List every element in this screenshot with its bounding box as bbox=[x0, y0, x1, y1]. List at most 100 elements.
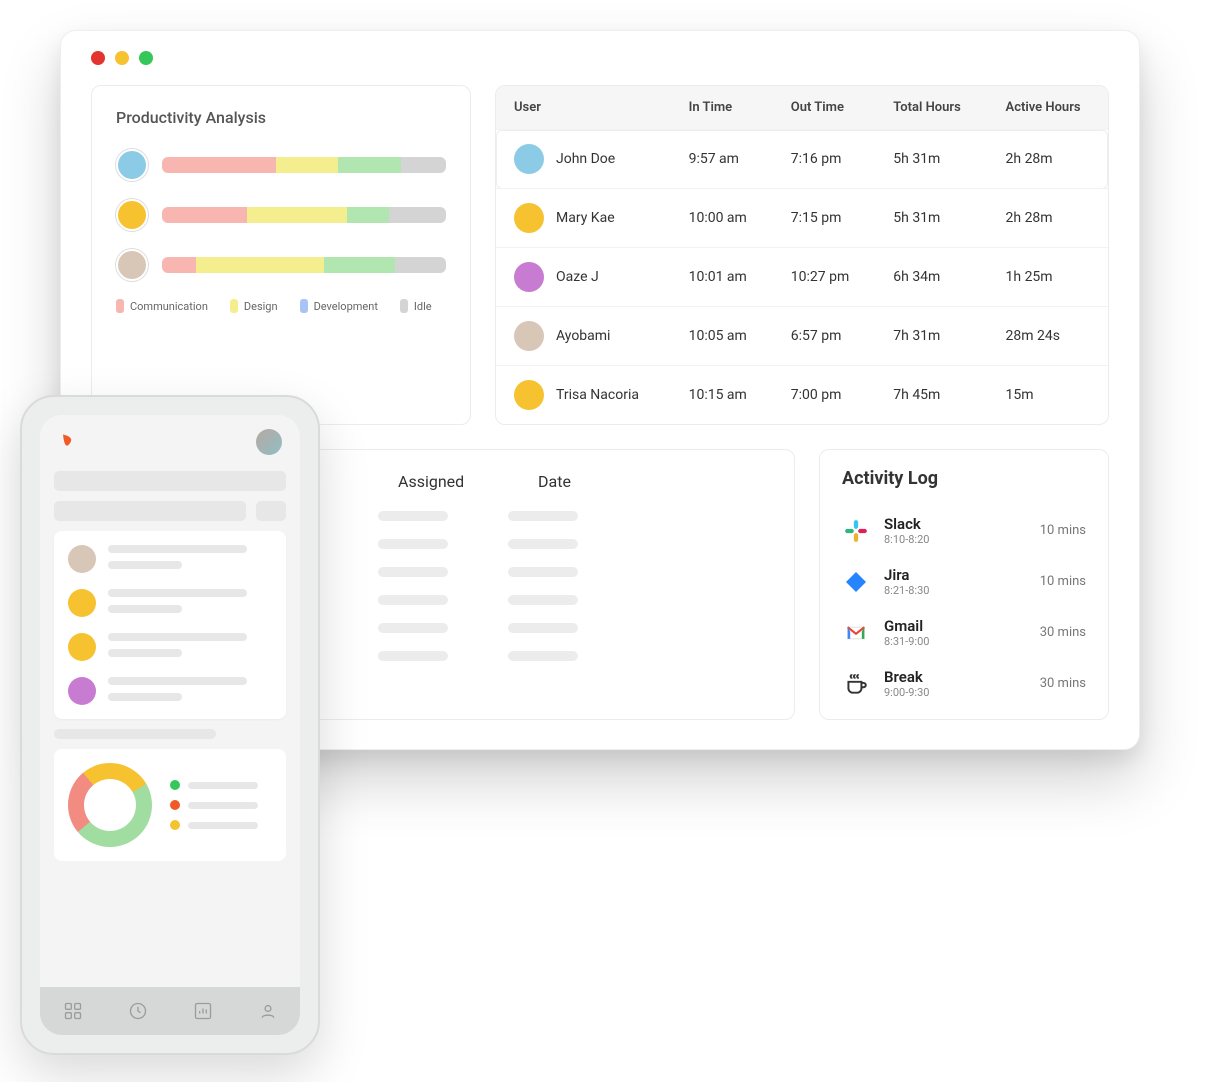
legend-label: Design bbox=[244, 300, 278, 313]
activity-range: 8:10-8:20 bbox=[884, 533, 1026, 546]
th-user: User bbox=[496, 86, 671, 130]
th-in: In Time bbox=[671, 86, 773, 130]
mobile-device bbox=[20, 395, 320, 1055]
activity-item[interactable]: Slack 8:10-8:20 10 mins bbox=[842, 505, 1086, 556]
avatar bbox=[116, 149, 148, 181]
productivity-card: Productivity Analysis bbox=[91, 85, 471, 425]
avatar bbox=[514, 203, 544, 233]
avatar bbox=[68, 677, 96, 705]
in-time: 10:01 am bbox=[671, 248, 773, 307]
th-assigned: Assigned bbox=[398, 472, 468, 491]
total-hours: 7h 31m bbox=[875, 307, 987, 366]
activity-duration: 30 mins bbox=[1040, 625, 1086, 640]
table-row[interactable]: Trisa Nacoria 10:15 am 7:00 pm 7h 45m 15… bbox=[496, 366, 1108, 425]
th-out: Out Time bbox=[773, 86, 875, 130]
total-hours: 6h 34m bbox=[875, 248, 987, 307]
activity-duration: 10 mins bbox=[1040, 574, 1086, 589]
out-time: 7:00 pm bbox=[773, 366, 875, 425]
maximize-icon[interactable] bbox=[139, 51, 153, 65]
productivity-title: Productivity Analysis bbox=[116, 108, 446, 127]
donut-chart bbox=[68, 763, 152, 847]
active-hours: 1h 25m bbox=[988, 248, 1108, 307]
skeleton bbox=[54, 471, 286, 491]
window-controls bbox=[91, 51, 1109, 65]
activity-item[interactable]: Jira 8:21-8:30 10 mins bbox=[842, 556, 1086, 607]
activity-name: Jira bbox=[884, 566, 1026, 584]
out-time: 7:16 pm bbox=[773, 130, 875, 189]
active-hours: 2h 28m bbox=[988, 189, 1108, 248]
mobile-list-card bbox=[54, 531, 286, 719]
activity-name: Slack bbox=[884, 515, 1026, 533]
table-row[interactable]: Oaze J 10:01 am 10:27 pm 6h 34m 1h 25m bbox=[496, 248, 1108, 307]
minimize-icon[interactable] bbox=[115, 51, 129, 65]
th-date: Date bbox=[538, 472, 608, 491]
table-row[interactable]: Mary Kae 10:00 am 7:15 pm 5h 31m 2h 28m bbox=[496, 189, 1108, 248]
productivity-row bbox=[116, 149, 446, 181]
list-item[interactable] bbox=[68, 677, 272, 705]
user-name: Trisa Nacoria bbox=[556, 387, 639, 403]
avatar bbox=[68, 589, 96, 617]
table-row[interactable]: Ayobami 10:05 am 6:57 pm 7h 31m 28m 24s bbox=[496, 307, 1108, 366]
activity-name: Gmail bbox=[884, 617, 1026, 635]
activity-duration: 10 mins bbox=[1040, 523, 1086, 538]
out-time: 6:57 pm bbox=[773, 307, 875, 366]
in-time: 10:15 am bbox=[671, 366, 773, 425]
avatar bbox=[514, 321, 544, 351]
skeleton bbox=[54, 501, 246, 521]
list-item[interactable] bbox=[68, 545, 272, 573]
avatar bbox=[514, 262, 544, 292]
legend-label: Development bbox=[314, 300, 378, 313]
skeleton bbox=[54, 729, 216, 739]
donut-legend bbox=[170, 780, 258, 830]
activity-log-title: Activity Log bbox=[842, 468, 1086, 489]
activity-range: 9:00-9:30 bbox=[884, 686, 1026, 699]
break-icon bbox=[842, 670, 870, 698]
in-time: 10:00 am bbox=[671, 189, 773, 248]
activity-item[interactable]: Break 9:00-9:30 30 mins bbox=[842, 658, 1086, 709]
time-table-card: User In Time Out Time Total Hours Active… bbox=[495, 85, 1109, 425]
mobile-chart-card bbox=[54, 749, 286, 861]
th-active: Active Hours bbox=[988, 86, 1108, 130]
th-total: Total Hours bbox=[875, 86, 987, 130]
active-hours: 15m bbox=[988, 366, 1108, 425]
productivity-bar bbox=[162, 207, 446, 223]
activity-name: Break bbox=[884, 668, 1026, 686]
total-hours: 5h 31m bbox=[875, 189, 987, 248]
avatar bbox=[514, 144, 544, 174]
user-name: Mary Kae bbox=[556, 210, 615, 226]
profile-avatar[interactable] bbox=[256, 429, 282, 455]
out-time: 7:15 pm bbox=[773, 189, 875, 248]
user-name: John Doe bbox=[556, 151, 615, 167]
table-row[interactable]: John Doe 9:57 am 7:16 pm 5h 31m 2h 28m bbox=[496, 130, 1108, 189]
slack-icon bbox=[842, 517, 870, 545]
user-name: Ayobami bbox=[556, 328, 610, 344]
productivity-row bbox=[116, 249, 446, 281]
list-item[interactable] bbox=[68, 589, 272, 617]
productivity-bar bbox=[162, 157, 446, 173]
avatar bbox=[68, 633, 96, 661]
clock-icon[interactable] bbox=[128, 1001, 148, 1021]
activity-range: 8:31-9:00 bbox=[884, 635, 1026, 648]
total-hours: 5h 31m bbox=[875, 130, 987, 189]
app-logo-icon bbox=[58, 432, 78, 452]
out-time: 10:27 pm bbox=[773, 248, 875, 307]
user-icon[interactable] bbox=[258, 1001, 278, 1021]
legend-label: Idle bbox=[414, 300, 432, 313]
close-icon[interactable] bbox=[91, 51, 105, 65]
legend-label: Communication bbox=[130, 300, 208, 313]
avatar bbox=[116, 249, 148, 281]
in-time: 10:05 am bbox=[671, 307, 773, 366]
list-item[interactable] bbox=[68, 633, 272, 661]
productivity-row bbox=[116, 199, 446, 231]
chart-icon[interactable] bbox=[193, 1001, 213, 1021]
gmail-icon bbox=[842, 619, 870, 647]
time-table: User In Time Out Time Total Hours Active… bbox=[496, 86, 1108, 424]
in-time: 9:57 am bbox=[671, 130, 773, 189]
active-hours: 28m 24s bbox=[988, 307, 1108, 366]
avatar bbox=[116, 199, 148, 231]
jira-icon bbox=[842, 568, 870, 596]
productivity-legend: Communication Design Development Idle bbox=[116, 299, 446, 313]
grid-icon[interactable] bbox=[63, 1001, 83, 1021]
total-hours: 7h 45m bbox=[875, 366, 987, 425]
activity-item[interactable]: Gmail 8:31-9:00 30 mins bbox=[842, 607, 1086, 658]
